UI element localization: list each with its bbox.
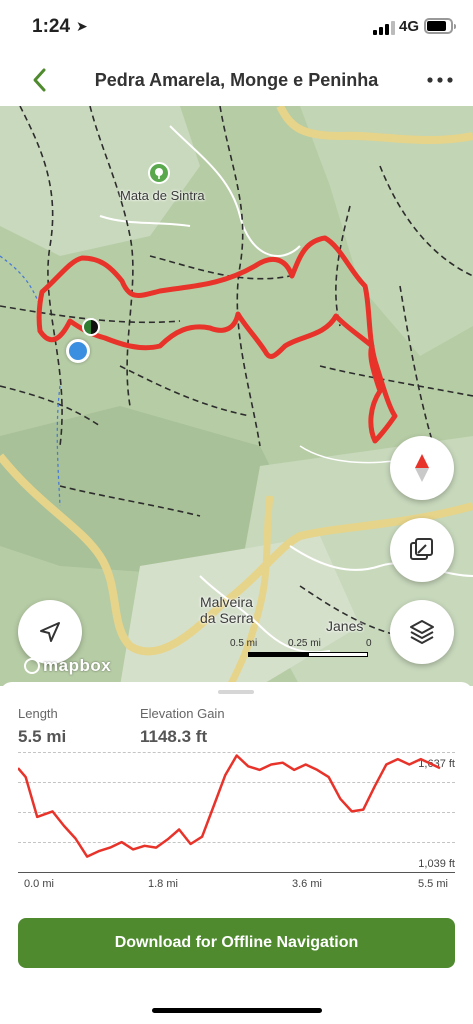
trail-map[interactable]: Mata de Sintra Malveira da Serra Janes 0…	[0, 106, 473, 686]
layers-button[interactable]	[390, 600, 454, 664]
x-tick-label: 0.0 mi	[24, 878, 54, 890]
elevation-label: Elevation Gain	[140, 706, 225, 721]
navigation-arrow-icon	[40, 622, 60, 642]
elevation-value: 1148.3 ft	[140, 727, 208, 746]
photos-button[interactable]	[390, 518, 454, 582]
trail-details-sheet: Length 5.5 mi Elevation Gain 1148.3 ft 1…	[0, 682, 473, 1024]
map-label-malveira: Malveira da Serra	[200, 594, 254, 626]
tree-icon[interactable]	[148, 162, 170, 184]
elevation-profile-chart[interactable]: 1,637 ft 1,039 ft 0.0 mi 1.8 mi 3.6 mi 5…	[18, 750, 455, 900]
map-label-janes: Janes	[326, 618, 364, 634]
compass-button[interactable]	[390, 436, 454, 500]
signal-icon	[373, 21, 395, 35]
mapbox-logo: mapbox	[24, 656, 111, 676]
current-location-dot	[66, 339, 90, 363]
x-tick-label: 5.5 mi	[418, 878, 448, 890]
scale-label-right: 0	[366, 638, 372, 649]
map-label-mata-de-sintra: Mata de Sintra	[120, 188, 205, 203]
more-horizontal-icon[interactable]	[425, 68, 455, 92]
length-value: 5.5 mi	[18, 727, 67, 746]
layers-icon	[410, 620, 434, 644]
chevron-left-icon[interactable]	[28, 66, 52, 94]
elevation-stat: Elevation Gain 1148.3 ft	[140, 706, 225, 747]
x-tick-label: 3.6 mi	[292, 878, 322, 890]
scale-label-left: 0.5 mi	[230, 638, 258, 649]
network-type: 4G	[399, 18, 420, 35]
scale-label-mid: 0.25 mi	[288, 638, 321, 649]
gallery-icon	[410, 538, 433, 560]
status-time: 1:24	[32, 16, 71, 37]
battery-icon	[424, 18, 456, 34]
home-indicator	[152, 1008, 322, 1013]
sheet-grab-handle[interactable]	[218, 690, 254, 694]
map-scale-bar: 0.5 mi 0.25 mi 0	[226, 638, 376, 668]
length-stat: Length 5.5 mi	[18, 706, 66, 747]
download-offline-button[interactable]: Download for Offline Navigation	[18, 918, 455, 968]
status-bar: 1:24 ➤ 4G	[0, 0, 473, 56]
elevation-series-line	[18, 754, 441, 858]
page-title: Pedra Amarela, Monge e Peninha	[94, 70, 379, 90]
compass-icon	[415, 454, 429, 482]
elevation-line-svg	[18, 754, 441, 858]
trailhead-marker[interactable]	[82, 318, 100, 336]
nav-header: Pedra Amarela, Monge e Peninha	[0, 56, 473, 106]
length-label: Length	[18, 706, 58, 721]
locate-button[interactable]	[18, 600, 82, 664]
x-tick-label: 1.8 mi	[148, 878, 178, 890]
location-arrow-icon: ➤	[76, 18, 88, 34]
